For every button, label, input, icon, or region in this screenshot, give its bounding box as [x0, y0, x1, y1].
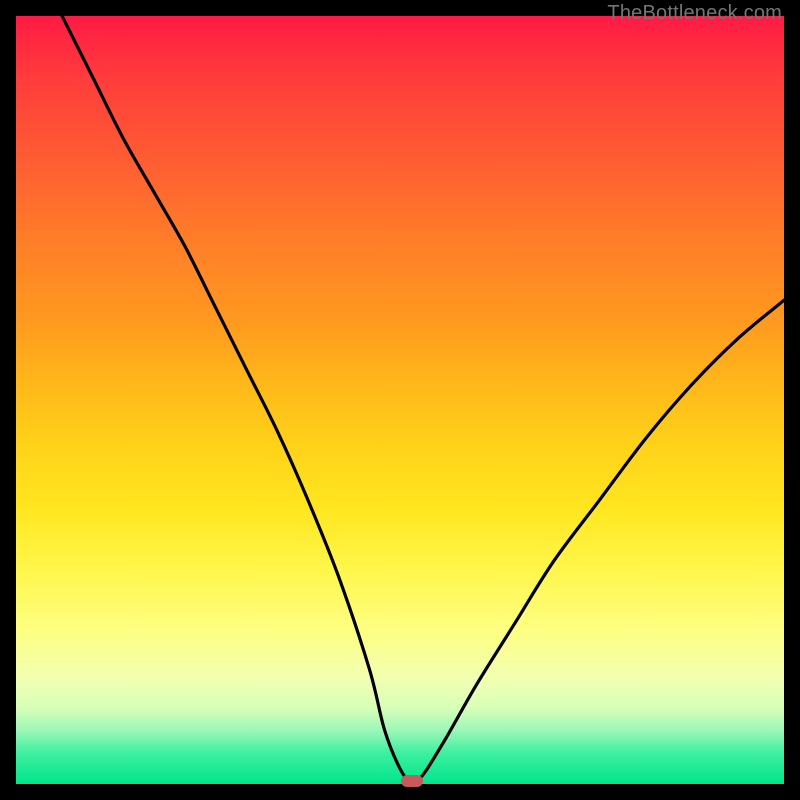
watermark-label: TheBottleneck.com: [607, 2, 782, 25]
optimum-marker: [401, 775, 423, 787]
bottleneck-curve: [16, 16, 784, 784]
chart-plot-area: [16, 16, 784, 784]
chart-frame: TheBottleneck.com: [0, 0, 800, 800]
